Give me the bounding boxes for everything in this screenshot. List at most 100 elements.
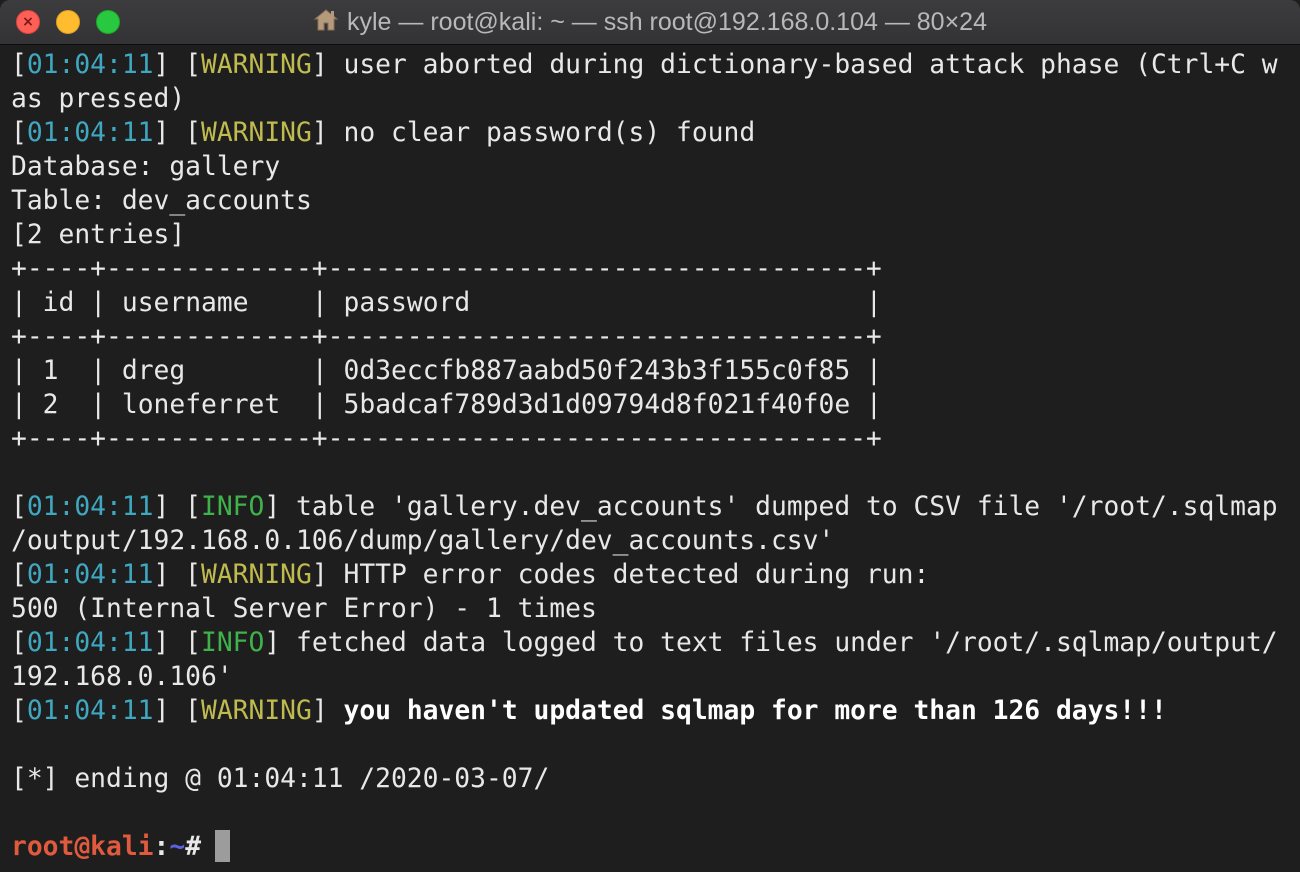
output-text: Table: dev_accounts	[11, 186, 312, 216]
terminal-line: [01:04:11] [WARNING] HTTP error codes de…	[11, 558, 1295, 592]
log-level: WARNING	[201, 696, 312, 726]
bracket: [	[11, 696, 27, 726]
terminal-line: +----+-------------+--------------------…	[11, 422, 1295, 456]
log-message: no clear password(s) found	[327, 118, 756, 148]
table-sep: |	[866, 390, 882, 420]
log-level: WARNING	[201, 50, 312, 80]
log-level: WARNING	[201, 118, 312, 148]
terminal-line: /output/192.168.0.106/dump/gallery/dev_a…	[11, 524, 1295, 558]
table-row: | 1 | dreg | 0d3eccfb887aabd50f243b3f155…	[11, 354, 1295, 388]
table-sep: |	[90, 390, 107, 420]
terminal-output[interactable]: [01:04:11] [WARNING] user aborted during…	[11, 48, 1295, 864]
table-sep: |	[90, 288, 107, 318]
bracket: [	[11, 118, 27, 148]
shell-prompt: root@kali:~#	[11, 830, 1295, 864]
table-row: | 2 | loneferret | 5badcaf789d3d1d09794d…	[11, 388, 1295, 422]
terminal-line: 192.168.0.106'	[11, 660, 1295, 694]
output-text: 192.168.0.106'	[11, 662, 233, 692]
bracket: ] [	[153, 560, 202, 590]
log-timestamp: 01:04:11	[26, 628, 154, 658]
output-text: /output/192.168.0.106/dump/gallery/dev_a…	[11, 526, 835, 556]
table-border: +----+-------------+--------------------…	[11, 424, 882, 454]
prompt-symbol: #	[185, 832, 202, 862]
terminal-line: 500 (Internal Server Error) - 1 times	[11, 592, 1295, 626]
bracket: [	[11, 50, 27, 80]
table-sep: |	[311, 390, 328, 420]
output-text: Database: gallery	[11, 152, 281, 182]
header-id: id	[26, 288, 91, 318]
terminal-line: [01:04:11] [INFO] table 'gallery.dev_acc…	[11, 490, 1295, 524]
table-sep: |	[311, 356, 328, 386]
output-text: as pressed)	[11, 84, 186, 114]
terminal-line: Table: dev_accounts	[11, 184, 1295, 218]
bracket: ]	[311, 50, 328, 80]
terminal-window: × kyle — root@kali: ~ — ssh root@192.168…	[0, 0, 1300, 872]
cell-username: loneferret	[106, 390, 312, 420]
terminal-line: [*] ending @ 01:04:11 /2020-03-07/	[11, 762, 1295, 796]
bracket: ] [	[153, 696, 202, 726]
terminal-line: +----+-------------+--------------------…	[11, 320, 1295, 354]
table-sep: |	[866, 288, 882, 318]
terminal-line: as pressed)	[11, 82, 1295, 116]
log-timestamp: 01:04:11	[26, 50, 154, 80]
terminal-line: [01:04:11] [WARNING] you haven't updated…	[11, 694, 1295, 728]
title-bar[interactable]: × kyle — root@kali: ~ — ssh root@192.168…	[0, 0, 1300, 45]
bracket: ]	[311, 118, 328, 148]
log-message: HTTP error codes detected during run:	[327, 560, 930, 590]
log-level: INFO	[201, 492, 265, 522]
cell-id: 1	[26, 356, 91, 386]
table-sep: |	[11, 390, 27, 420]
window-title: kyle — root@kali: ~ — ssh root@192.168.0…	[347, 8, 987, 36]
log-level: WARNING	[201, 560, 312, 590]
terminal-line: [01:04:11] [WARNING] no clear password(s…	[11, 116, 1295, 150]
table-sep: |	[311, 288, 328, 318]
table-border: +----+-------------+--------------------…	[11, 254, 882, 284]
log-message: you haven't updated sqlmap for more than…	[327, 696, 1167, 726]
terminal-line: [01:04:11] [WARNING] user aborted during…	[11, 48, 1295, 82]
bracket: [	[11, 492, 27, 522]
text-cursor[interactable]	[215, 830, 231, 862]
log-message: table 'gallery.dev_accounts' dumped to C…	[280, 492, 1278, 522]
table-sep: |	[866, 356, 882, 386]
log-level: INFO	[201, 628, 265, 658]
log-timestamp: 01:04:11	[26, 560, 154, 590]
table-sep: |	[11, 288, 27, 318]
terminal-line: Database: gallery	[11, 150, 1295, 184]
prompt-directory: ~	[169, 832, 186, 862]
log-timestamp: 01:04:11	[26, 118, 154, 148]
output-text: 500 (Internal Server Error) - 1 times	[11, 594, 597, 624]
bracket: ] [	[153, 50, 202, 80]
bracket: [	[11, 628, 27, 658]
table-sep: |	[11, 356, 27, 386]
bracket: ]	[264, 492, 281, 522]
bracket: ]	[311, 560, 328, 590]
terminal-line: [01:04:11] [INFO] fetched data logged to…	[11, 626, 1295, 660]
header-username: username	[106, 288, 312, 318]
cell-password: 0d3eccfb887aabd50f243b3f155c0f85	[327, 356, 866, 386]
bracket: ]	[311, 696, 328, 726]
table-sep: |	[90, 356, 107, 386]
cell-id: 2	[26, 390, 91, 420]
bracket: [	[11, 560, 27, 590]
bracket: ] [	[153, 118, 202, 148]
ending-line: [*] ending @ 01:04:11 /2020-03-07/	[11, 764, 550, 794]
home-icon	[313, 9, 339, 31]
terminal-line: [2 entries]	[11, 218, 1295, 252]
header-password: password	[327, 288, 866, 318]
table-border: +----+-------------+--------------------…	[11, 322, 882, 352]
log-message: user aborted during dictionary-based att…	[327, 50, 1278, 80]
cell-password: 5badcaf789d3d1d09794d8f021f40f0e	[327, 390, 866, 420]
output-text: [2 entries]	[11, 220, 186, 250]
log-timestamp: 01:04:11	[26, 492, 154, 522]
terminal-line: +----+-------------+--------------------…	[11, 252, 1295, 286]
bracket: ] [	[153, 492, 202, 522]
bracket: ] [	[153, 628, 202, 658]
table-row: | id | username | password |	[11, 286, 1295, 320]
log-timestamp: 01:04:11	[26, 696, 154, 726]
prompt-user-host: root@kali	[11, 832, 154, 862]
window-title-area: kyle — root@kali: ~ — ssh root@192.168.0…	[0, 0, 1300, 44]
cell-username: dreg	[106, 356, 312, 386]
